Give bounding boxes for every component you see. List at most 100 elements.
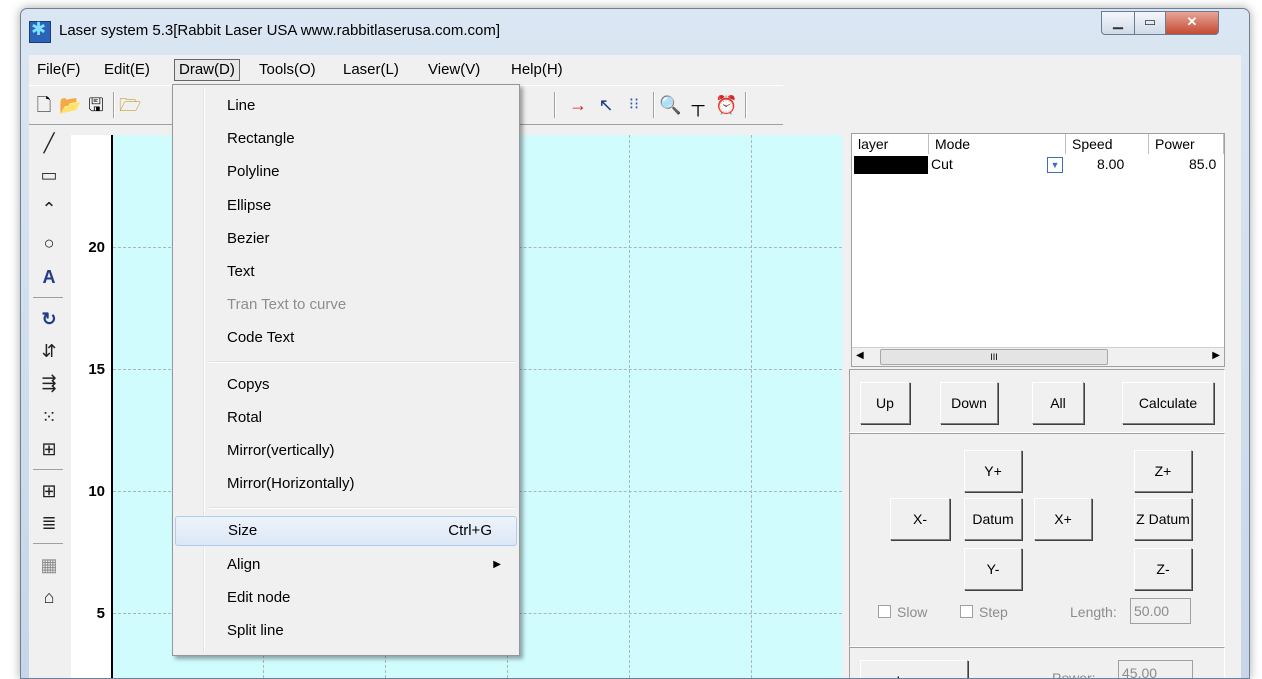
menu-bar: File(F) Edit(E) Draw(D) Tools(O) Laser(L… (29, 55, 1241, 85)
layer-table[interactable]: layer Mode Speed Power Cut ▼ 8.00 85.0 ◀… (851, 133, 1225, 367)
y-plus-button[interactable]: Y+ (964, 450, 1022, 492)
scroll-thumb[interactable]: III (880, 349, 1108, 365)
step-checkbox[interactable]: Step (960, 604, 1008, 620)
step-checkbox-box[interactable] (960, 605, 973, 618)
array-grid-icon[interactable]: ⊞ (37, 479, 61, 503)
layer-mode: Cut (931, 156, 953, 172)
print-preview-icon[interactable]: 🔍 (659, 94, 681, 116)
menu-code-text[interactable]: Code Text (175, 323, 517, 353)
y-minus-button[interactable]: Y- (964, 548, 1022, 590)
ruler-icon[interactable]: ┬ (687, 94, 709, 116)
col-mode[interactable]: Mode (929, 134, 1066, 154)
slow-checkbox[interactable]: Slow (878, 604, 927, 620)
up-button[interactable]: Up (860, 382, 910, 424)
x-plus-button[interactable]: X+ (1034, 498, 1092, 540)
menu-copys[interactable]: Copys (175, 370, 517, 400)
size-icon[interactable]: ⊞ (37, 437, 61, 461)
menu-file[interactable]: File(F) (33, 60, 84, 80)
menu-rectangle[interactable]: Rectangle (175, 124, 517, 154)
open-folder-icon[interactable]: 📂 (59, 94, 81, 116)
down-button[interactable]: Down (940, 382, 998, 424)
menu-help[interactable]: Help(H) (507, 60, 567, 80)
menu-bezier[interactable]: Bezier (175, 224, 517, 254)
layer-buttons-section: Up Down All Calculate (849, 369, 1225, 433)
motion-section: Y+ Z+ X- Datum X+ Z Datum Y- Z- Slow Ste… (849, 433, 1225, 647)
maximize-button[interactable]: ▭ (1134, 11, 1166, 35)
nodes-icon[interactable]: ⁙ (37, 405, 61, 429)
mode-dropdown-icon[interactable]: ▼ (1047, 157, 1063, 173)
import-icon[interactable]: 🗁 (119, 94, 141, 116)
menu-ellipse[interactable]: Ellipse (175, 191, 517, 221)
close-button[interactable]: ✕ (1165, 11, 1219, 35)
col-speed[interactable]: Speed (1066, 134, 1149, 154)
menu-laser[interactable]: Laser(L) (339, 60, 403, 80)
all-button[interactable]: All (1032, 382, 1084, 424)
col-power[interactable]: Power (1149, 134, 1224, 154)
new-file-icon[interactable]: 🗋 (33, 94, 55, 116)
horizontal-scrollbar[interactable]: ◀ III ▶ (852, 347, 1224, 366)
title-bar[interactable]: Laser system 5.3[Rabbit Laser USA www.ra… (21, 9, 1249, 55)
length-label: Length: (1070, 604, 1117, 620)
menu-edit[interactable]: Edit(E) (100, 60, 154, 80)
line-tool-icon[interactable]: ╱ (37, 131, 61, 155)
laser-button[interactable]: Laser (860, 660, 968, 678)
power-label: Power: (1052, 670, 1096, 679)
menu-polyline[interactable]: Polyline (175, 157, 517, 187)
ruler-label: 5 (96, 605, 105, 622)
menu-edit-node[interactable]: Edit node (175, 583, 517, 613)
laser-path-icon[interactable]: → (567, 94, 589, 116)
calculate-button[interactable]: Calculate (1122, 382, 1214, 424)
rotate-icon[interactable]: ↻ (37, 307, 61, 331)
menu-size-label: Size (228, 522, 258, 539)
mirror-icon[interactable]: ⇵ (37, 339, 61, 363)
save-icon[interactable]: 🖫 (85, 94, 107, 116)
toolbar-separator (653, 92, 655, 118)
array-icon[interactable]: ⁝⁝ (623, 94, 645, 116)
distribute-icon[interactable]: ≣ (37, 511, 61, 535)
x-minus-button[interactable]: X- (890, 498, 950, 540)
ruler-label: 20 (88, 239, 105, 256)
power-field[interactable]: 45.00 (1118, 660, 1193, 678)
right-panel: layer Mode Speed Power Cut ▼ 8.00 85.0 ◀… (845, 125, 1241, 678)
menu-tools[interactable]: Tools(O) (255, 60, 320, 80)
align-icon[interactable]: ⇶ (37, 371, 61, 395)
scroll-left-icon[interactable]: ◀ (856, 350, 864, 361)
scroll-right-icon[interactable]: ▶ (1212, 350, 1220, 361)
polyline-tool-icon[interactable]: ⌃ (37, 197, 61, 221)
menu-line[interactable]: Line (175, 91, 517, 121)
hatch-icon[interactable]: ▦ (37, 553, 61, 577)
col-layer[interactable]: layer (852, 134, 929, 154)
menu-split-line[interactable]: Split line (175, 616, 517, 646)
menu-size[interactable]: Size Ctrl+G (175, 516, 517, 546)
node-cursor-icon[interactable]: ↖ (595, 94, 617, 116)
z-plus-button[interactable]: Z+ (1134, 450, 1192, 492)
menu-rotal[interactable]: Rotal (175, 403, 517, 433)
datum-button[interactable]: Datum (964, 498, 1022, 540)
ellipse-tool-icon[interactable]: ○ (37, 231, 61, 255)
layer-color-swatch (854, 156, 928, 174)
minimize-button[interactable]: ▁ (1101, 11, 1135, 35)
slow-checkbox-box[interactable] (878, 605, 891, 618)
length-field[interactable]: 50.00 (1130, 598, 1191, 624)
toolbar-separator (554, 92, 556, 118)
menu-draw[interactable]: Draw(D) (174, 59, 240, 81)
layer-row[interactable]: Cut ▼ 8.00 85.0 (852, 155, 1224, 175)
menu-mirror-vertically[interactable]: Mirror(vertically) (175, 436, 517, 466)
draw-menu-dropdown: Line Rectangle Polyline Ellipse Bezier T… (172, 84, 520, 656)
layer-speed: 8.00 (1097, 156, 1125, 172)
z-datum-button[interactable]: Z Datum (1134, 498, 1192, 540)
timer-icon[interactable]: ⏰ (715, 94, 737, 116)
cake-icon[interactable]: ⌂ (37, 585, 61, 609)
layer-power: 85.0 (1189, 156, 1217, 172)
menu-separator (209, 361, 515, 363)
menu-text[interactable]: Text (175, 257, 517, 287)
menu-size-shortcut: Ctrl+G (448, 522, 492, 539)
menu-mirror-horizontally[interactable]: Mirror(Horizontally) (175, 469, 517, 499)
rectangle-tool-icon[interactable]: ▭ (37, 163, 61, 187)
step-label: Step (979, 604, 1008, 620)
vertical-ruler: 20 15 10 5 (71, 135, 113, 678)
menu-view[interactable]: View(V) (424, 60, 484, 80)
text-tool-icon[interactable]: A (37, 265, 61, 289)
menu-align[interactable]: Align ▶ (175, 550, 517, 580)
z-minus-button[interactable]: Z- (1134, 548, 1192, 590)
